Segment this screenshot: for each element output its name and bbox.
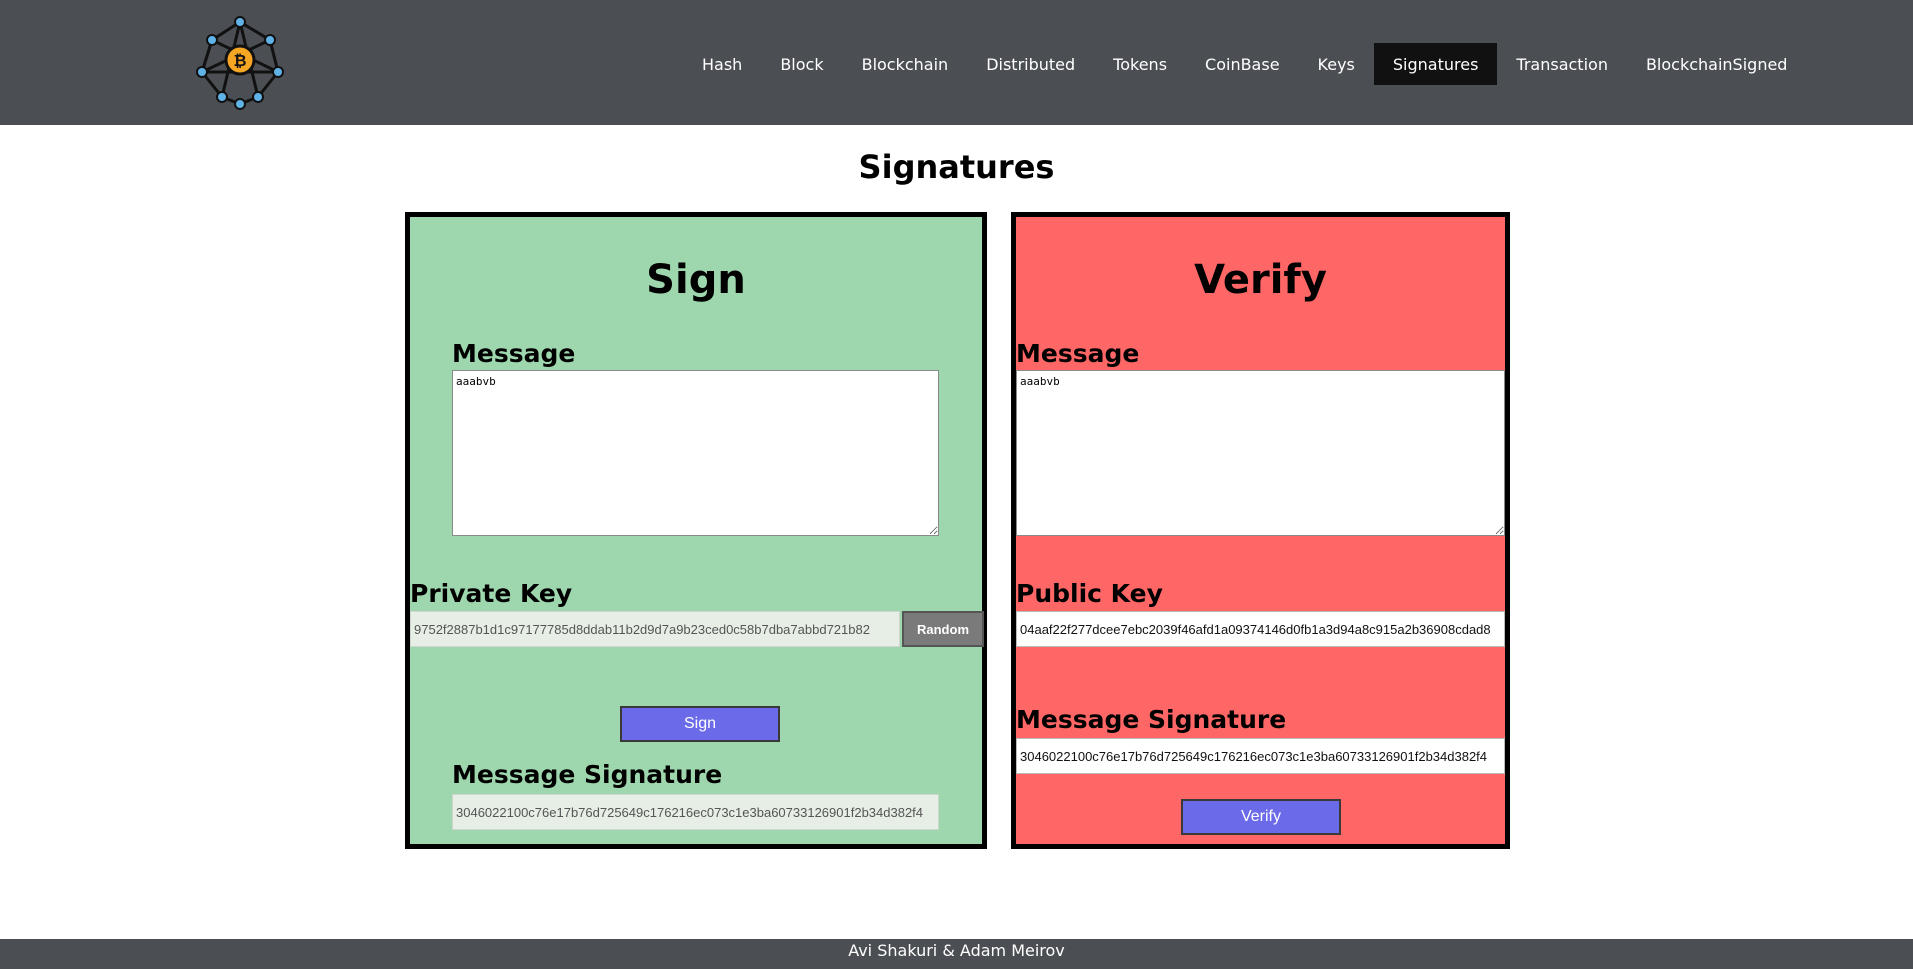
nav-link-tokens[interactable]: Tokens (1094, 43, 1186, 85)
verify-message-input[interactable]: aaabvb (1016, 370, 1505, 536)
verify-button[interactable]: Verify (1181, 799, 1341, 835)
nav-link-transaction[interactable]: Transaction (1497, 43, 1627, 85)
navbar: ₿ Hash Block Blockchain Distributed Tokens Co… (0, 0, 1913, 125)
verify-message-label: Message (1016, 339, 1140, 368)
private-key-label: Private Key (410, 579, 573, 608)
sign-message-input[interactable]: aaabvb (452, 370, 939, 536)
public-key-label: Public Key (1016, 579, 1163, 608)
footer: Avi Shakuri & Adam Meirov (0, 939, 1913, 969)
nav-link-blockchainsigned[interactable]: BlockchainSigned (1627, 43, 1807, 85)
nav-link-keys[interactable]: Keys (1299, 43, 1374, 85)
page-title: Signatures (858, 148, 1055, 186)
sign-heading: Sign (646, 257, 746, 303)
nav-link-block[interactable]: Block (761, 43, 842, 85)
random-button[interactable]: Random (902, 611, 984, 647)
svg-text:₿: ₿ (233, 51, 246, 70)
verify-panel: Verify Message aaabvb Public Key 04aaf22… (1011, 212, 1510, 849)
bitcoin-network-icon[interactable]: ₿ (190, 12, 290, 112)
nav-link-coinbase[interactable]: CoinBase (1186, 43, 1299, 85)
verify-signature-label: Message Signature (1016, 705, 1287, 734)
nav-links: Hash Block Blockchain Distributed Tokens Coin… (683, 43, 1806, 85)
sign-panel: Sign Message aaabvb Private Key 9752f288… (405, 212, 987, 849)
sign-signature-output[interactable]: 3046022100c76e17b76d725649c176216ec073c1… (452, 794, 939, 830)
public-key-input[interactable]: 04aaf22f277dcee7ebc2039f46afd1a09374146d… (1016, 611, 1505, 647)
nav-link-signatures[interactable]: Signatures (1373, 43, 1498, 85)
sign-message-label: Message (452, 339, 576, 368)
verify-signature-input[interactable]: 3046022100c76e17b76d725649c176216ec073c1… (1016, 738, 1505, 774)
sign-signature-label: Message Signature (452, 760, 723, 789)
nav-link-blockchain[interactable]: Blockchain (843, 43, 968, 85)
verify-heading: Verify (1194, 257, 1327, 303)
private-key-input[interactable]: 9752f2887b1d1c97177785d8ddab11b2d9d7a9b2… (410, 611, 900, 647)
sign-button[interactable]: Sign (620, 706, 780, 742)
nav-link-distributed[interactable]: Distributed (967, 43, 1094, 85)
nav-link-hash[interactable]: Hash (683, 43, 761, 85)
